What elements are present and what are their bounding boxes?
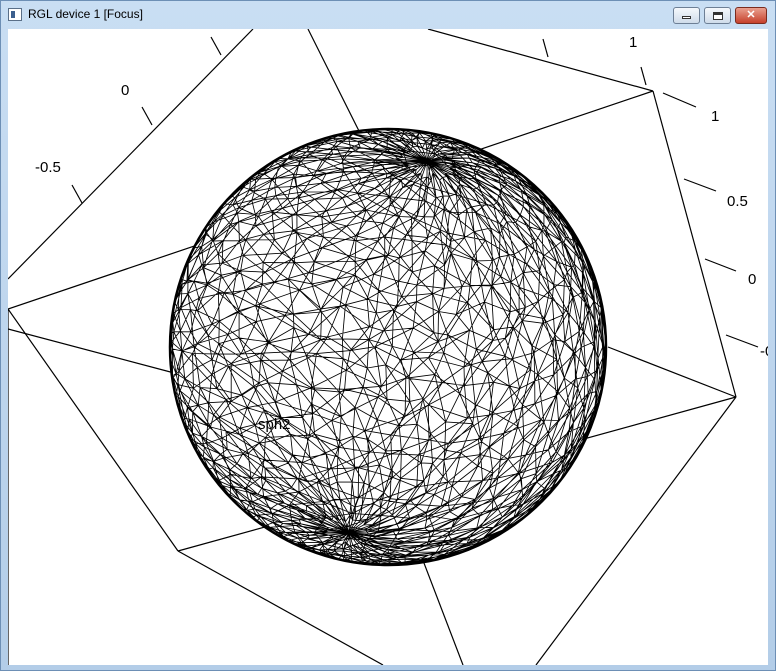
rgl-window: RGL device 1 [Focus] ✕ 0 -0.5 1 1 0.5 0 … — [0, 0, 776, 671]
tick-label-left-neg05: -0.5 — [35, 159, 61, 176]
tick-label-left-0: 0 — [121, 82, 129, 99]
maximize-button[interactable] — [704, 7, 731, 24]
close-icon: ✕ — [746, 9, 756, 21]
stray-label: sph2 — [258, 416, 291, 433]
tick-label-right-neg: -0 — [760, 343, 768, 360]
tick-label-top-1: 1 — [629, 34, 637, 51]
tick-label-right-1: 1 — [711, 108, 719, 125]
minimize-icon — [682, 16, 691, 19]
maximize-icon — [712, 11, 723, 20]
app-icon[interactable] — [8, 8, 22, 21]
title-bar[interactable]: RGL device 1 [Focus] ✕ — [1, 1, 775, 29]
scene-svg: 0 -0.5 1 1 0.5 0 -0 sph2 — [8, 29, 768, 665]
window-title: RGL device 1 [Focus] — [28, 7, 143, 21]
rgl-canvas[interactable]: 0 -0.5 1 1 0.5 0 -0 sph2 — [8, 29, 768, 665]
tick-label-right-05: 0.5 — [727, 193, 748, 210]
minimize-button[interactable] — [673, 7, 700, 24]
close-button[interactable]: ✕ — [735, 7, 767, 24]
tick-label-right-0: 0 — [748, 271, 756, 288]
